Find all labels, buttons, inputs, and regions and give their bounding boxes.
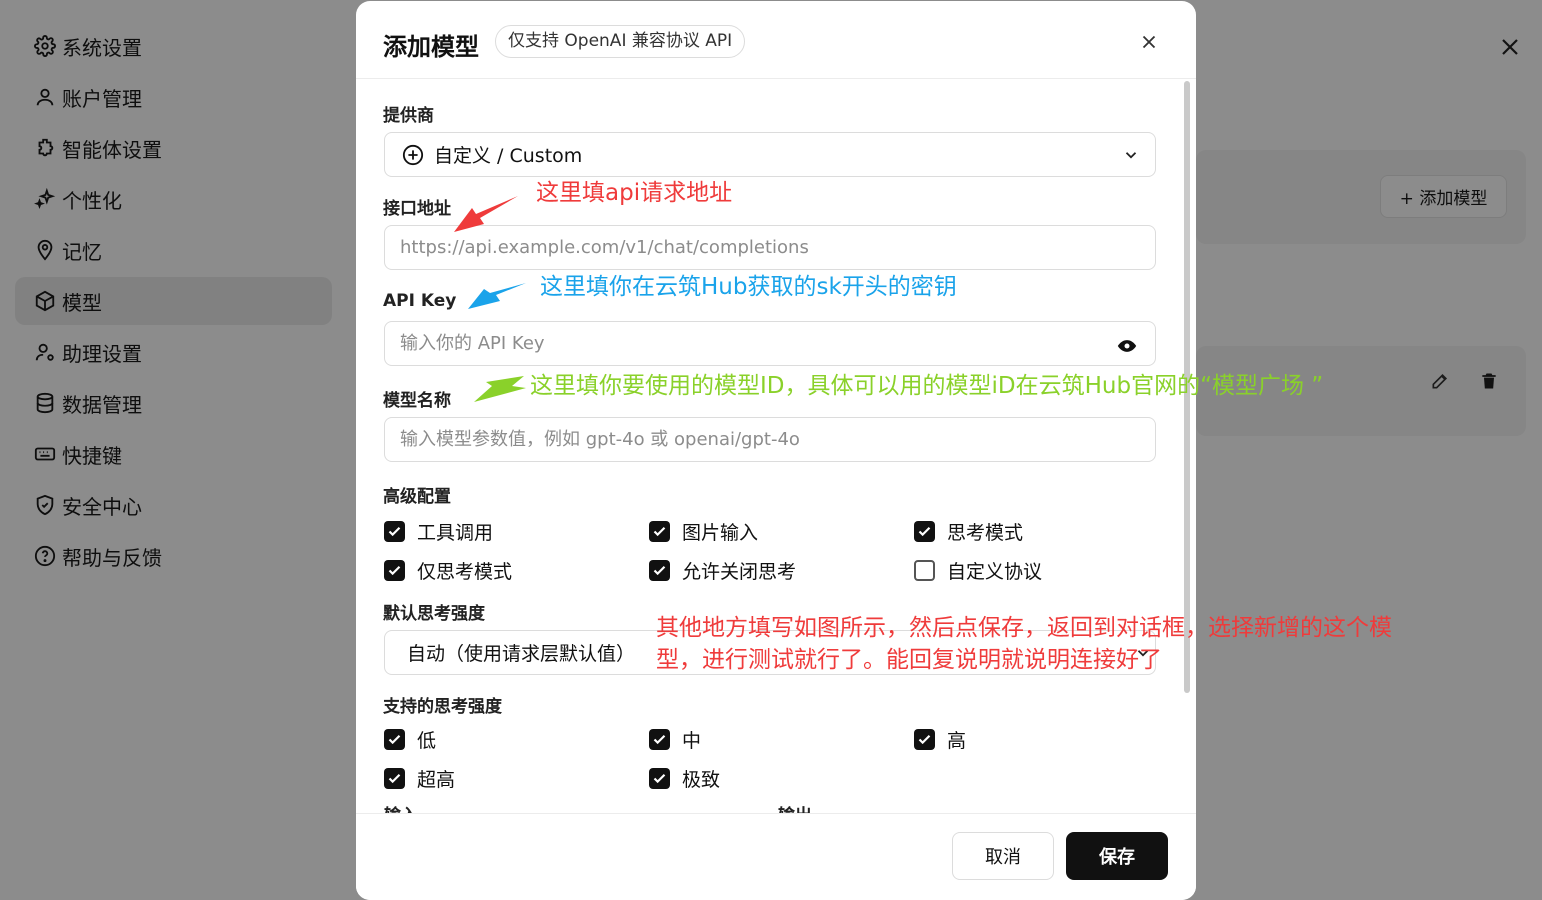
checkbox-checked-icon	[384, 521, 405, 542]
checkbox-unchecked-icon	[914, 560, 935, 581]
checkbox-tool-calling[interactable]: 工具调用	[384, 518, 493, 545]
checkbox-thinking-mode[interactable]: 思考模式	[914, 518, 1023, 545]
checkbox-checked-icon	[649, 729, 670, 750]
checkbox-reasoning-medium[interactable]: 中	[649, 726, 701, 753]
checkbox-reasoning-max[interactable]: 极致	[649, 765, 720, 792]
checkbox-checked-icon	[914, 729, 935, 750]
endpoint-label: 接口地址	[383, 199, 451, 219]
checkbox-checked-icon	[649, 768, 670, 789]
close-icon[interactable]	[1138, 31, 1160, 53]
checkbox-checked-icon	[384, 560, 405, 581]
checkbox-reasoning-xhigh[interactable]: 超高	[384, 765, 455, 792]
advanced-config-label: 高级配置	[383, 487, 451, 507]
green-arrow-icon	[474, 376, 526, 402]
provider-label: 提供商	[383, 106, 434, 126]
api-key-input[interactable]	[384, 321, 1156, 366]
api-key-annotation: 这里填你在云筑Hub获取的sk开头的密钥	[540, 274, 957, 300]
save-button[interactable]: 保存	[1066, 832, 1168, 880]
provider-select[interactable]: 自定义 / Custom	[384, 132, 1156, 177]
plus-circle-icon	[402, 144, 424, 165]
default-reasoning-value: 自动（使用请求层默认值）	[407, 643, 636, 665]
model-id-annotation: 这里填你要使用的模型ID，具体可以用的模型iD在云筑Hub官网的“模型广场 ”	[530, 373, 1324, 399]
checkbox-reasoning-high[interactable]: 高	[914, 726, 966, 753]
supported-reasoning-label: 支持的思考强度	[383, 697, 502, 717]
checkbox-image-input[interactable]: 图片输入	[649, 518, 758, 545]
blue-arrow-icon	[468, 283, 526, 309]
cancel-button[interactable]: 取消	[952, 832, 1054, 880]
api-key-label: API Key	[383, 291, 457, 311]
checkbox-checked-icon	[384, 729, 405, 750]
checkbox-reasoning-low[interactable]: 低	[384, 726, 436, 753]
checkbox-checked-icon	[649, 521, 670, 542]
checkbox-checked-icon	[384, 768, 405, 789]
dialog-header: 添加模型 仅支持 OpenAI 兼容协议 API	[356, 1, 1196, 79]
checkbox-thinking-only[interactable]: 仅思考模式	[384, 557, 512, 584]
chevron-down-icon	[1125, 152, 1137, 159]
checkbox-checked-icon	[649, 560, 670, 581]
model-name-label: 模型名称	[383, 391, 451, 411]
dialog-footer: 取消 保存	[356, 813, 1196, 900]
red-arrow-icon	[454, 196, 518, 232]
add-model-dialog: 添加模型 仅支持 OpenAI 兼容协议 API 提供商 自定义 / Custo…	[356, 1, 1196, 900]
checkbox-custom-protocol[interactable]: 自定义协议	[914, 557, 1042, 584]
eye-icon[interactable]	[1117, 336, 1137, 356]
checkbox-allow-disable-thinking[interactable]: 允许关闭思考	[649, 557, 796, 584]
checkbox-checked-icon	[914, 521, 935, 542]
model-name-input[interactable]	[384, 417, 1156, 462]
provider-value: 自定义 / Custom	[434, 145, 583, 167]
protocol-badge: 仅支持 OpenAI 兼容协议 API	[495, 25, 746, 58]
endpoint-annotation: 这里填api请求地址	[536, 180, 733, 206]
default-reasoning-label: 默认思考强度	[383, 604, 485, 624]
dialog-title: 添加模型	[383, 33, 479, 61]
summary-annotation: 其他地方填写如图所示，然后点保存，返回到对话框，选择新增的这个模型，进行测试就行…	[656, 615, 1392, 673]
